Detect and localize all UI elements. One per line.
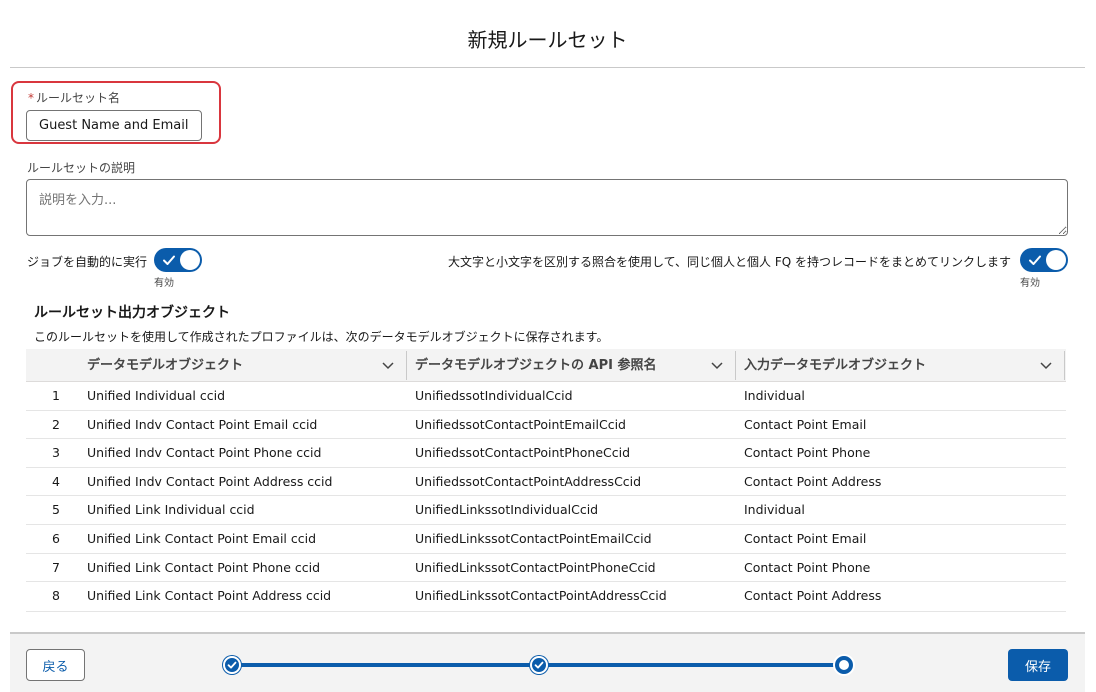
cell-dmo: Unified Indv Contact Point Email ccid (87, 416, 318, 432)
cell-input-dmo: Contact Point Address (744, 588, 882, 604)
cell-input-dmo: Contact Point Phone (744, 559, 871, 575)
table-row: 2 Unified Indv Contact Point Email ccid Un… (26, 411, 1066, 440)
cell-input-dmo: Individual (744, 388, 805, 403)
column-header-dmo[interactable]: データモデルオブジェクト (78, 349, 406, 382)
cell-input-dmo: Contact Point Address (744, 473, 882, 489)
row-number: 4 (52, 473, 60, 489)
output-section-title: ルールセット出力オブジェクト (34, 305, 230, 321)
cell-api-name: UnifiedssotContactPointAddressCcid (415, 473, 642, 489)
progress-step-1[interactable] (223, 656, 241, 674)
column-header-label: データモデルオブジェクト (87, 358, 244, 373)
output-objects-table: データモデルオブジェクト データモデルオブジェクトの API 参照名 入力データ… (26, 349, 1066, 612)
row-number: 8 (52, 588, 60, 604)
cell-api-name: UnifiedssotContactPointEmailCcid (415, 416, 626, 432)
check-icon (227, 661, 237, 669)
row-number: 6 (52, 530, 60, 546)
output-section-description: このルールセットを使用して作成されたプロファイルは、次のデータモデルオブジェクト… (34, 330, 609, 344)
row-number: 5 (52, 502, 60, 518)
cell-api-name: UnifiedLinkssotContactPointEmailCcid (415, 530, 652, 546)
auto-run-state: 有効 (154, 278, 174, 289)
column-header-input[interactable]: 入力データモデルオブジェクト (735, 349, 1064, 382)
row-number: 3 (52, 445, 60, 461)
cell-dmo: Unified Link Contact Point Address ccid (87, 588, 332, 604)
case-sensitive-toggle[interactable] (1020, 248, 1068, 272)
check-icon (1029, 255, 1041, 265)
cell-dmo: Unified Indv Contact Point Address ccid (87, 473, 333, 489)
cell-api-name: UnifiedLinkssotIndividualCcid (415, 502, 599, 518)
column-divider (1064, 351, 1065, 380)
cell-input-dmo: Contact Point Email (744, 530, 867, 546)
chevron-down-icon[interactable] (711, 361, 723, 370)
chevron-down-icon[interactable] (1040, 361, 1052, 370)
table-row: 1 Unified Individual ccid UnifiedssotIndiv… (26, 382, 1066, 411)
cell-dmo: Unified Link Contact Point Phone ccid (87, 559, 321, 575)
progress-step-3-current[interactable] (835, 656, 853, 674)
chevron-down-icon[interactable] (382, 361, 394, 370)
description-textarea[interactable] (26, 179, 1068, 236)
table-row: 3 Unified Indv Contact Point Phone ccid Un… (26, 439, 1066, 468)
back-button[interactable]: 戻る (26, 649, 85, 681)
table-header: データモデルオブジェクト データモデルオブジェクトの API 参照名 入力データ… (26, 349, 1066, 382)
cell-input-dmo: Contact Point Phone (744, 445, 871, 461)
table-body: 1 Unified Individual ccid UnifiedssotIndiv… (26, 382, 1066, 611)
cell-api-name: UnifiedLinkssotContactPointPhoneCcid (415, 559, 656, 575)
check-icon (534, 661, 544, 669)
ruleset-name-input[interactable] (26, 110, 202, 141)
row-number: 2 (52, 416, 60, 432)
column-header-label: データモデルオブジェクトの API 参照名 (415, 358, 657, 373)
table-row: 6 Unified Link Contact Point Email ccid Un… (26, 525, 1066, 554)
table-row: 5 Unified Link Individual ccid UnifiedLink… (26, 496, 1066, 525)
ruleset-name-label: * ルールセット名 (28, 89, 120, 106)
case-sensitive-label: 大文字と小文字を区別する照合を使用して、同じ個人と個人 FQ を持つレコードをま… (447, 255, 1011, 269)
toggle-knob (180, 250, 200, 270)
auto-run-toggle[interactable] (154, 248, 202, 272)
column-header-label: 入力データモデルオブジェクト (744, 358, 927, 373)
description-label: ルールセットの説明 (27, 161, 136, 175)
cell-dmo: Unified Link Individual ccid (87, 502, 255, 518)
row-number: 1 (52, 388, 60, 403)
progress-step-2[interactable] (530, 656, 548, 674)
cell-input-dmo: Contact Point Email (744, 416, 867, 432)
cell-api-name: UnifiedssotContactPointPhoneCcid (415, 445, 631, 461)
cell-dmo: Unified Indv Contact Point Phone ccid (87, 445, 322, 461)
table-row: 4 Unified Indv Contact Point Address ccid… (26, 468, 1066, 497)
modal-header: 新規ルールセット (10, 0, 1085, 68)
column-header-api[interactable]: データモデルオブジェクトの API 参照名 (406, 349, 735, 382)
cell-api-name: UnifiedssotIndividualCcid (415, 388, 573, 403)
modal-footer: 戻る 保存 (10, 632, 1085, 692)
toggle-knob (1046, 250, 1066, 270)
save-button[interactable]: 保存 (1008, 649, 1068, 681)
case-sensitive-state: 有効 (1020, 278, 1040, 289)
modal-title: 新規ルールセット (467, 28, 628, 52)
required-mark: * (28, 91, 34, 105)
ruleset-name-label-text: ルールセット名 (36, 91, 121, 105)
cell-dmo: Unified Link Contact Point Email ccid (87, 530, 317, 546)
row-number: 7 (52, 559, 60, 575)
auto-run-label: ジョブを自動的に実行 (27, 255, 148, 269)
cell-dmo: Unified Individual ccid (87, 388, 226, 403)
cell-input-dmo: Individual (744, 502, 805, 518)
table-row: 7 Unified Link Contact Point Phone ccid Un… (26, 554, 1066, 583)
cell-api-name: UnifiedLinkssotContactPointAddressCcid (415, 588, 667, 604)
table-row: 8 Unified Link Contact Point Address ccid… (26, 582, 1066, 611)
check-icon (163, 255, 175, 265)
